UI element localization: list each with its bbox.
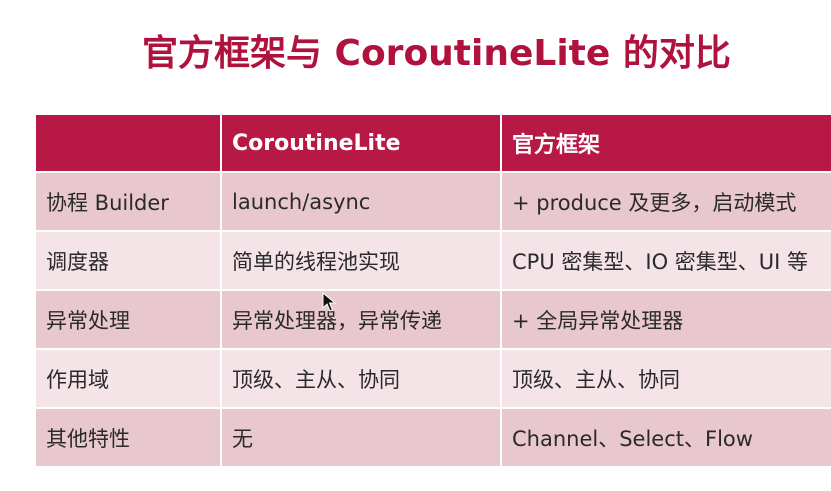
- cell-official: Channel、Select、Flow: [500, 407, 831, 468]
- cell-coroutinelite: 异常处理器，异常传递: [220, 289, 502, 350]
- table-row: 协程 Builder launch/async + produce 及更多，启动…: [34, 171, 831, 232]
- cell-official: CPU 密集型、IO 密集型、UI 等: [500, 230, 831, 291]
- header-coroutinelite: CoroutineLite: [220, 113, 502, 173]
- cell-feature: 调度器: [34, 230, 222, 291]
- cell-coroutinelite: launch/async: [220, 171, 502, 232]
- mouse-pointer-icon: [322, 292, 336, 312]
- cell-feature: 异常处理: [34, 289, 222, 350]
- header-feature: [34, 113, 222, 173]
- cell-coroutinelite: 无: [220, 407, 502, 468]
- table-row: 调度器 简单的线程池实现 CPU 密集型、IO 密集型、UI 等: [34, 230, 831, 291]
- table-row: 作用域 顶级、主从、协同 顶级、主从、协同: [34, 348, 831, 409]
- table-header-row: CoroutineLite 官方框架: [34, 113, 831, 173]
- header-official-framework: 官方框架: [500, 113, 831, 173]
- page-title: 官方框架与 CoroutineLite 的对比: [142, 33, 731, 74]
- cell-coroutinelite: 顶级、主从、协同: [220, 348, 502, 409]
- cell-feature: 作用域: [34, 348, 222, 409]
- table-row: 异常处理 异常处理器，异常传递 + 全局异常处理器: [34, 289, 831, 350]
- cell-official: + 全局异常处理器: [500, 289, 831, 350]
- cell-official: 顶级、主从、协同: [500, 348, 831, 409]
- cell-feature: 其他特性: [34, 407, 222, 468]
- cell-coroutinelite: 简单的线程池实现: [220, 230, 502, 291]
- table-row: 其他特性 无 Channel、Select、Flow: [34, 407, 831, 468]
- comparison-table: CoroutineLite 官方框架 协程 Builder launch/asy…: [34, 113, 831, 468]
- cell-feature: 协程 Builder: [34, 171, 222, 232]
- cell-official: + produce 及更多，启动模式: [500, 171, 831, 232]
